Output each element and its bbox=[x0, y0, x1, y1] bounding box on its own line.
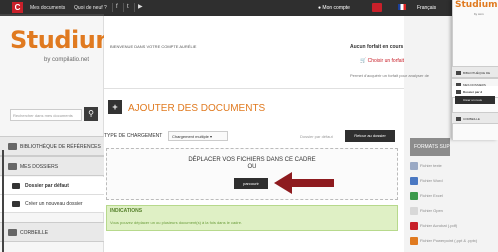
twitter-icon[interactable]: t bbox=[123, 3, 129, 12]
browse-button[interactable]: parcourir bbox=[234, 178, 268, 189]
overlay-library-item: BIBLIOTHÈQUE DE bbox=[452, 66, 498, 78]
new-folder-icon bbox=[12, 201, 20, 207]
nav-my-documents[interactable]: Mes documents bbox=[30, 5, 65, 11]
trash-icon bbox=[456, 117, 461, 121]
format-label: Fichier Word bbox=[420, 178, 443, 184]
format-item: Fichier Acrobat (.pdf) bbox=[410, 222, 496, 230]
create-folder-label: Créer un nouveau dossier bbox=[25, 201, 83, 207]
search-input[interactable]: Rechercher dans mes documents bbox=[10, 109, 82, 121]
dropzone-or: OU bbox=[247, 164, 257, 170]
format-item: Fichier texte bbox=[410, 162, 450, 170]
text-file-icon bbox=[410, 162, 418, 170]
forfait-title: Aucun forfait en cours bbox=[350, 44, 404, 50]
file-dropzone[interactable] bbox=[106, 148, 398, 200]
format-item: Fichier Powerpoint (.ppt & .pptx) bbox=[410, 237, 496, 245]
overlay-create-folder: Créer un nouv bbox=[455, 96, 495, 104]
page-title: AJOUTER DES DOCUMENTS bbox=[128, 103, 266, 114]
account-label: Mon compte bbox=[322, 5, 350, 11]
overlay-trash-item: CORBEILLE bbox=[452, 112, 498, 124]
sidebar-item-library[interactable]: BIBLIOTHÈQUE DE RÉFÉRENCES bbox=[0, 136, 104, 156]
sidebar-item-default-folder[interactable]: Dossier par défaut bbox=[0, 177, 104, 195]
nav-whats-new[interactable]: Quoi de neuf ? bbox=[74, 5, 107, 11]
sidebar-item-label: MES DOSSIERS bbox=[20, 164, 59, 170]
divider bbox=[104, 88, 404, 89]
powerpoint-file-icon bbox=[410, 237, 418, 245]
indications-title: INDICATIONS bbox=[110, 208, 143, 214]
format-label: Fichier Open bbox=[420, 208, 443, 214]
facebook-icon[interactable]: f bbox=[112, 3, 118, 12]
upload-type-select[interactable]: Chargement multiple ▾ bbox=[168, 131, 228, 141]
overlay-studium-logo: Studium bbox=[455, 0, 498, 10]
format-label: Fichier Acrobat (.pdf) bbox=[420, 223, 458, 229]
format-item: Fichier Word bbox=[410, 177, 450, 185]
sidebar-item-label: Dossier par défaut bbox=[25, 183, 69, 189]
choose-forfait-link[interactable]: 🛒 Choisir un forfait bbox=[360, 58, 404, 64]
indications-text: Vous pouvez déplacer un ou plusieurs doc… bbox=[110, 220, 243, 225]
folder-icon bbox=[12, 183, 20, 189]
french-flag-icon[interactable] bbox=[398, 4, 406, 10]
upload-type-label: TYPE DE CHARGEMENT bbox=[104, 133, 163, 139]
sidebar-item-trash[interactable]: CORBEILLE bbox=[0, 222, 104, 242]
overlay-label: Créer un nouv bbox=[463, 98, 483, 102]
overlay-label: CORBEILLE bbox=[463, 117, 480, 121]
folder-icon bbox=[456, 90, 461, 94]
account-menu[interactable]: ● Mon compte bbox=[318, 5, 350, 11]
annotation-arrow-icon bbox=[274, 172, 334, 194]
overlay-logo-subtitle: by com bbox=[474, 12, 484, 16]
folders-icon bbox=[8, 163, 17, 170]
dropzone-instruction: DÉPLACER VOS FICHIERS DANS CE CADRE bbox=[188, 157, 316, 163]
library-icon bbox=[456, 71, 461, 75]
pdf-file-icon bbox=[410, 222, 418, 230]
trash-icon bbox=[8, 229, 17, 236]
format-label: Fichier texte bbox=[420, 163, 442, 169]
overlay-label: BIBLIOTHÈQUE DE bbox=[463, 71, 491, 75]
open-file-icon bbox=[410, 207, 418, 215]
format-label: Fichier Powerpoint (.ppt & .pptx) bbox=[420, 238, 478, 244]
format-label: Fichier Excel bbox=[420, 193, 443, 199]
create-folder-button[interactable]: Créer un nouveau dossier bbox=[0, 195, 104, 213]
target-folder-label: Dossier par défaut bbox=[300, 134, 333, 139]
overlay-label: Dossier par d bbox=[463, 90, 483, 94]
welcome-text: BIENVENUE DANS VOTRE COMPTE AURÉLIE bbox=[110, 44, 197, 49]
supported-formats-header: FORMATS SUPPORTÉS bbox=[410, 138, 450, 156]
cart-icon: 🛒 bbox=[360, 58, 367, 64]
studium-logo-subtitle: by compilatio.net bbox=[44, 57, 90, 63]
forfait-note: Permet d'acquérir un forfait pour analys… bbox=[350, 73, 430, 78]
library-icon bbox=[8, 143, 17, 150]
dropzone-text: DÉPLACER VOS FICHIERS DANS CE CADRE OU bbox=[106, 157, 398, 171]
back-to-folder-button[interactable]: Retour au dossier bbox=[345, 130, 395, 142]
word-file-icon bbox=[410, 177, 418, 185]
add-icon: + bbox=[108, 100, 122, 114]
format-item: Fichier Excel bbox=[410, 192, 450, 200]
user-icon: ● bbox=[318, 5, 322, 11]
search-icon: ⚲ bbox=[88, 109, 94, 118]
sidebar-item-folders[interactable]: MES DOSSIERS bbox=[0, 156, 104, 176]
zoom-frame-line bbox=[0, 14, 104, 16]
excel-file-icon bbox=[410, 192, 418, 200]
choose-forfait-label: Choisir un forfait bbox=[367, 58, 405, 64]
notification-button[interactable] bbox=[372, 3, 382, 12]
zoom-frame-line bbox=[2, 150, 4, 252]
search-button[interactable]: ⚲ bbox=[84, 107, 98, 121]
language-selector[interactable]: Français bbox=[417, 5, 436, 11]
youtube-icon[interactable]: ▶ bbox=[134, 3, 143, 12]
indications-panel bbox=[106, 205, 398, 231]
sidebar-item-label: BIBLIOTHÈQUE DE RÉFÉRENCES bbox=[20, 144, 101, 150]
sidebar-item-label: CORBEILLE bbox=[20, 230, 49, 236]
format-item: Fichier Open bbox=[410, 207, 450, 215]
compilatio-logo[interactable]: C bbox=[12, 2, 23, 13]
